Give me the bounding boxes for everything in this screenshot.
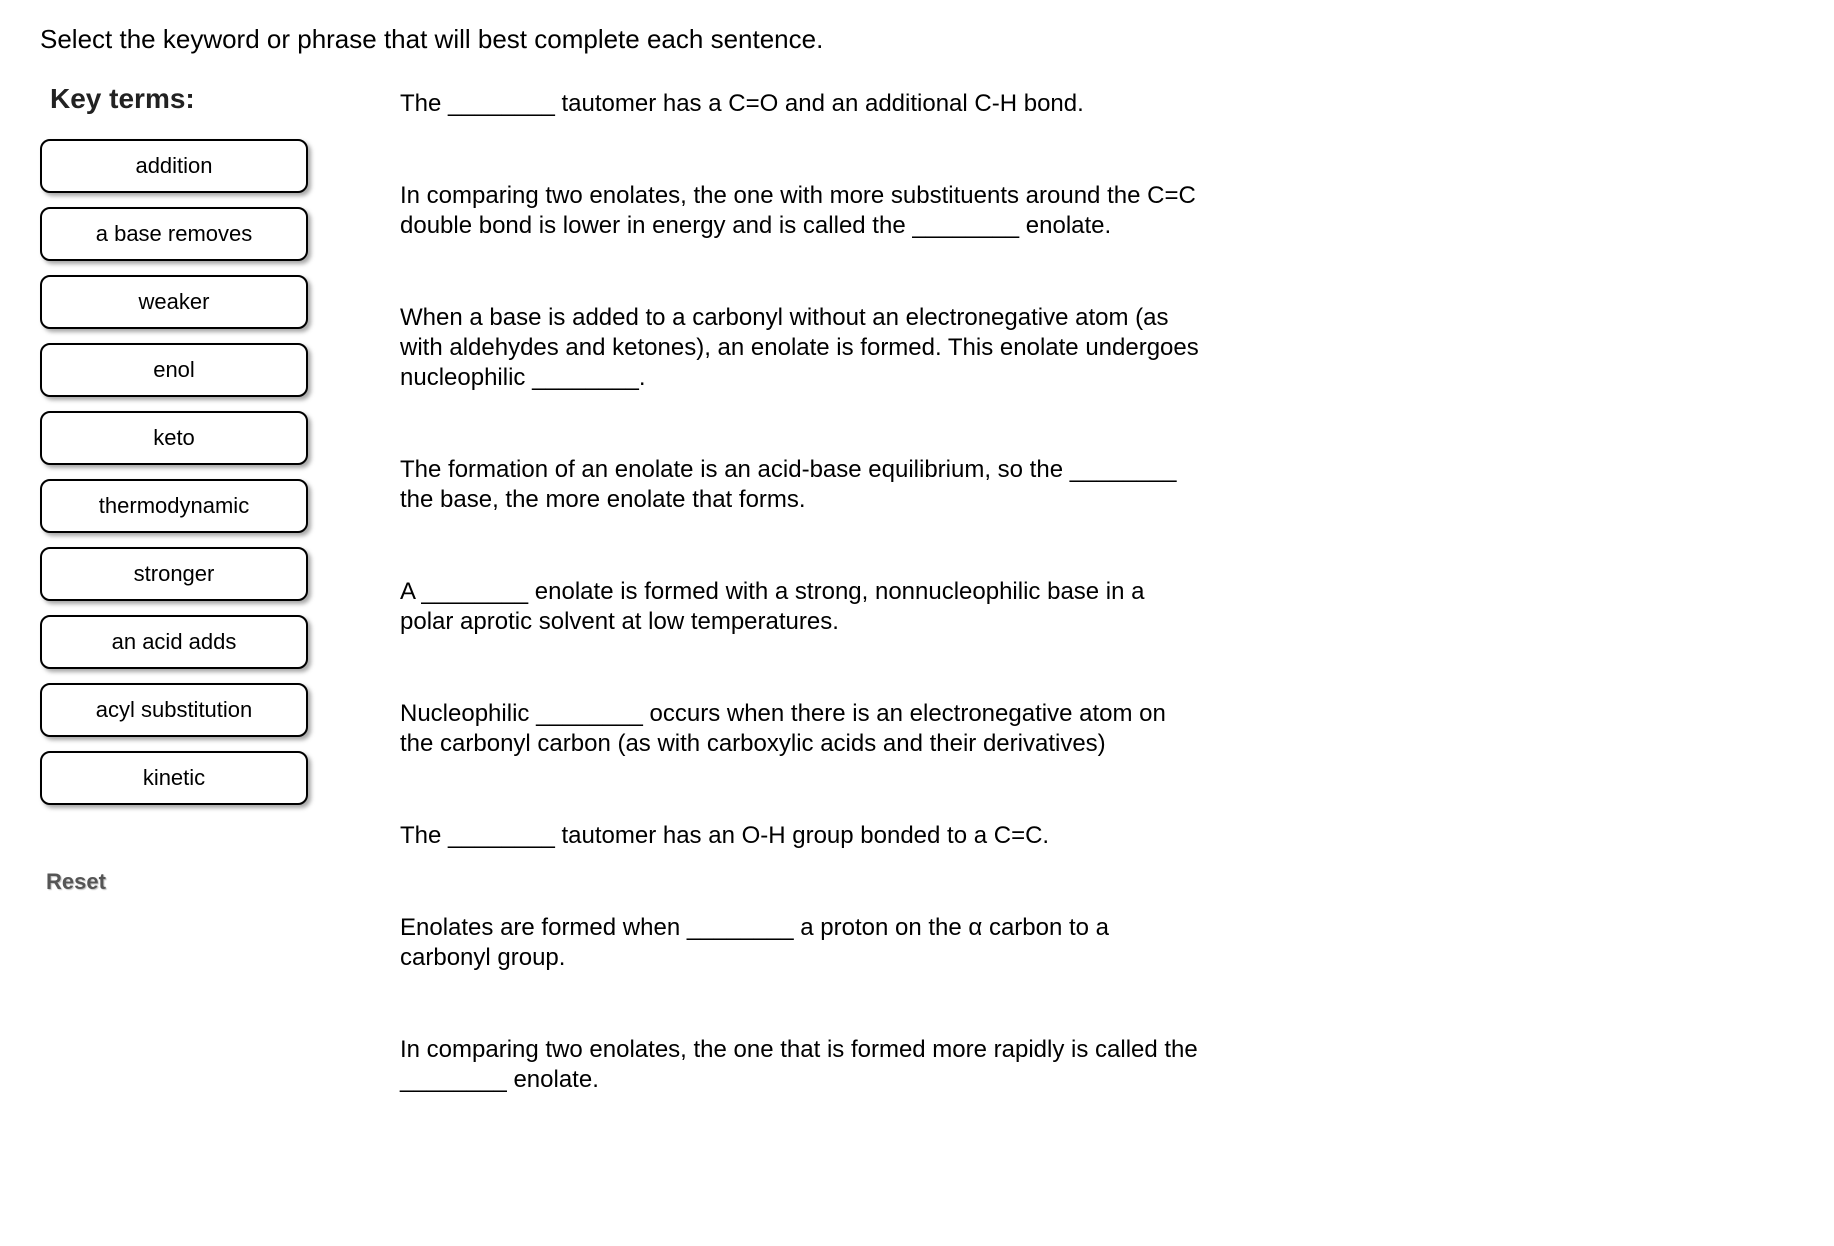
sentence-5[interactable]: A ________ enolate is formed with a stro… xyxy=(400,577,1200,637)
reset-button[interactable]: Reset xyxy=(46,869,106,895)
term-tile-a-base-removes[interactable]: a base removes xyxy=(40,207,308,261)
term-tile-keto[interactable]: keto xyxy=(40,411,308,465)
sentences-column: The ________ tautomer has a C=O and an a… xyxy=(400,83,1200,1095)
sentence-3[interactable]: When a base is added to a carbonyl witho… xyxy=(400,303,1200,393)
sentence-7[interactable]: The ________ tautomer has an O-H group b… xyxy=(400,821,1200,851)
sentence-2[interactable]: In comparing two enolates, the one with … xyxy=(400,181,1200,241)
sentence-4[interactable]: The formation of an enolate is an acid-b… xyxy=(400,455,1200,515)
term-tile-addition[interactable]: addition xyxy=(40,139,308,193)
key-terms-heading: Key terms: xyxy=(50,83,340,115)
key-terms-column: Key terms: addition a base removes weake… xyxy=(40,83,340,895)
term-tile-weaker[interactable]: weaker xyxy=(40,275,308,329)
sentence-8[interactable]: Enolates are formed when ________ a prot… xyxy=(400,913,1200,973)
sentence-6[interactable]: Nucleophilic ________ occurs when there … xyxy=(400,699,1200,759)
main-row: Key terms: addition a base removes weake… xyxy=(40,83,1794,1095)
term-tile-thermodynamic[interactable]: thermodynamic xyxy=(40,479,308,533)
sentence-1[interactable]: The ________ tautomer has a C=O and an a… xyxy=(400,89,1200,119)
term-tile-an-acid-adds[interactable]: an acid adds xyxy=(40,615,308,669)
term-tile-kinetic[interactable]: kinetic xyxy=(40,751,308,805)
term-tile-stronger[interactable]: stronger xyxy=(40,547,308,601)
instruction-text: Select the keyword or phrase that will b… xyxy=(40,24,1794,55)
term-tile-enol[interactable]: enol xyxy=(40,343,308,397)
term-tile-acyl-substitution[interactable]: acyl substitution xyxy=(40,683,308,737)
sentence-9[interactable]: In comparing two enolates, the one that … xyxy=(400,1035,1200,1095)
